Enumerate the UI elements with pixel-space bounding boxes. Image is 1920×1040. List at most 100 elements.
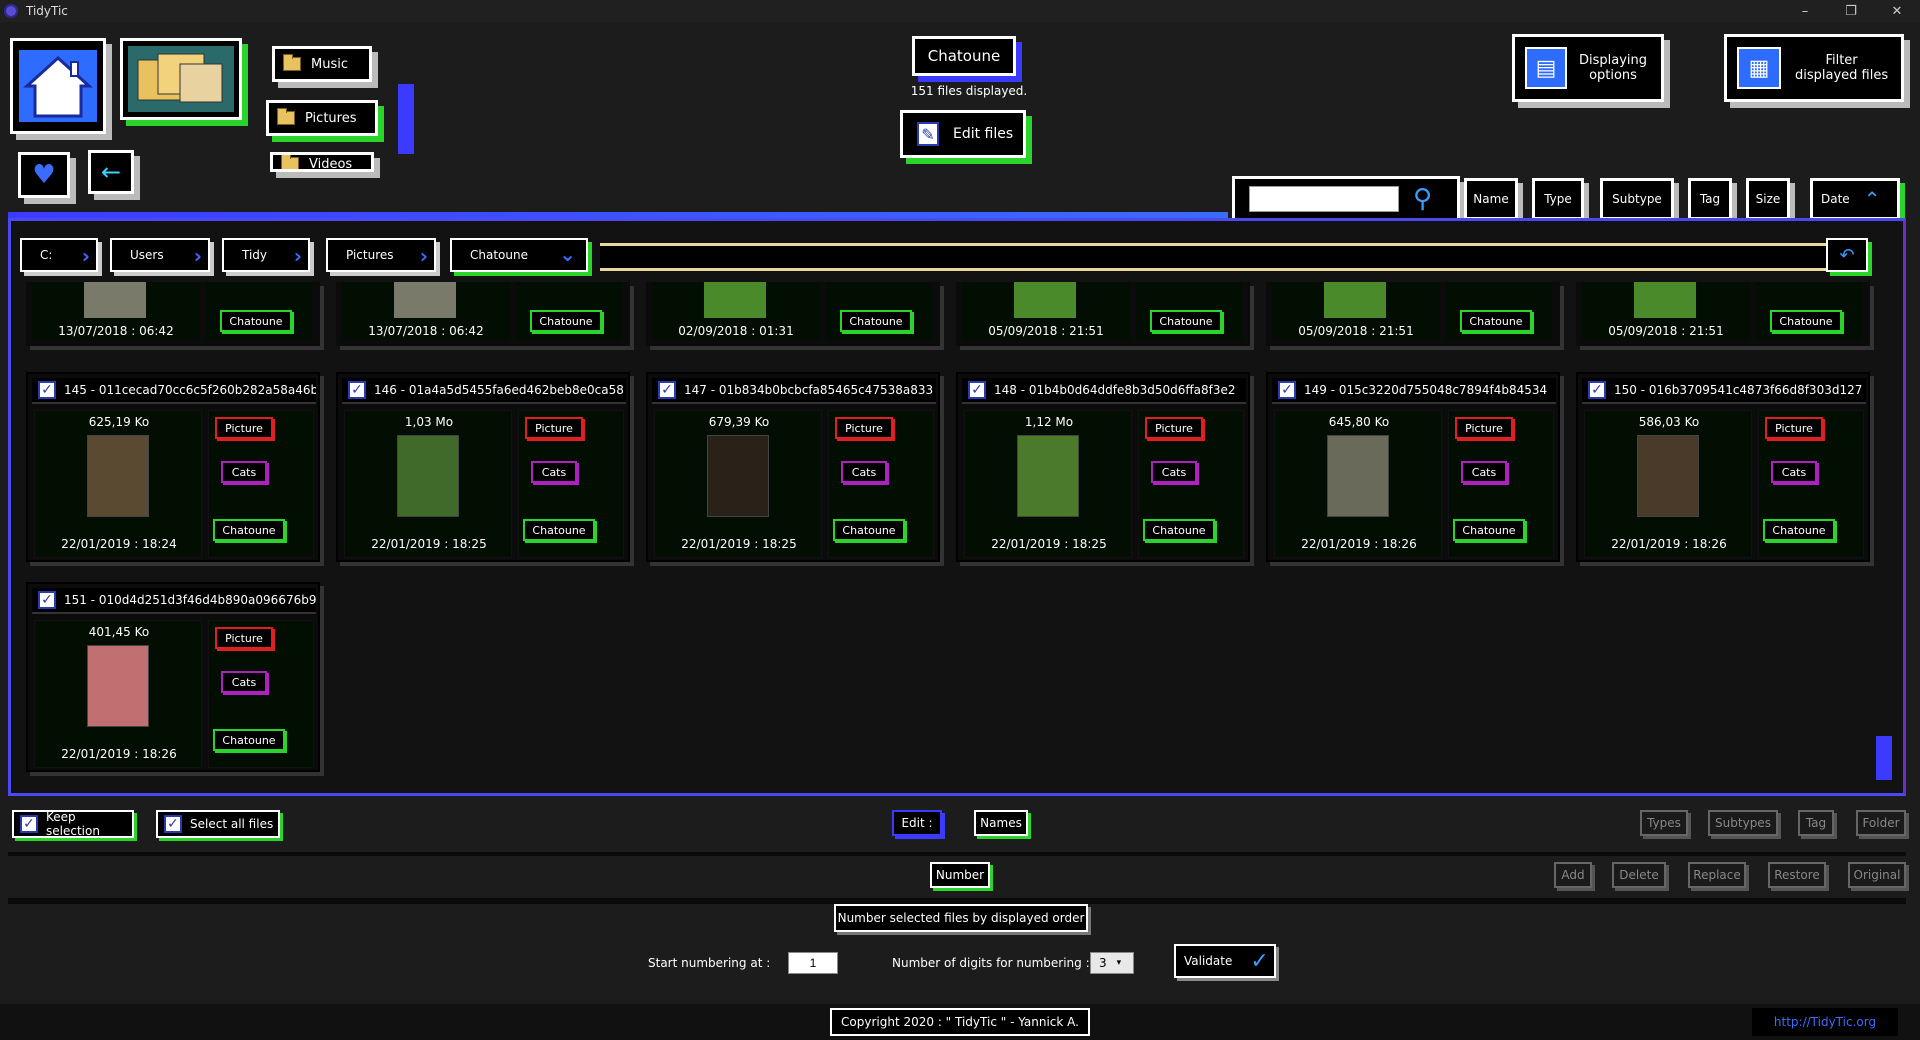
folder-music[interactable]: Music: [272, 46, 372, 82]
thumbnail[interactable]: [1637, 435, 1699, 517]
delete-tab[interactable]: Delete: [1612, 862, 1666, 888]
folder-scrollbar[interactable]: [398, 84, 414, 154]
sort-name[interactable]: Name: [1464, 178, 1518, 220]
panel-scrollbar[interactable]: [1876, 736, 1892, 780]
file-card[interactable]: ✓ 149 - 015c3220d755048c7894f4b84534 645…: [1266, 372, 1560, 562]
breadcrumb-users[interactable]: Users ›: [110, 238, 210, 272]
thumbnail[interactable]: [1017, 435, 1079, 517]
favorites-button[interactable]: ♥: [18, 152, 70, 198]
tag-button[interactable]: Chatoune: [1143, 519, 1215, 541]
tag-button[interactable]: Chatoune: [530, 310, 602, 332]
thumbnail[interactable]: [1327, 435, 1389, 517]
tag-button[interactable]: Chatoune: [840, 310, 912, 332]
tag-tab[interactable]: Tag: [1798, 810, 1834, 836]
minimize-button[interactable]: –: [1782, 0, 1828, 22]
subtype-button[interactable]: Cats: [221, 671, 267, 693]
file-card[interactable]: ✓ 151 - 010d4d251d3f46d4b890a096676b9 40…: [26, 582, 320, 772]
tag-button[interactable]: Chatoune: [523, 519, 595, 541]
thumbnail[interactable]: [1324, 282, 1386, 318]
thumbnail[interactable]: [707, 435, 769, 517]
search-input[interactable]: [1249, 186, 1399, 212]
type-button[interactable]: Picture: [525, 417, 583, 439]
type-button[interactable]: Picture: [1765, 417, 1823, 439]
type-button[interactable]: Picture: [215, 627, 273, 649]
home-button[interactable]: [10, 38, 106, 134]
select-checkbox[interactable]: ✓: [1278, 381, 1296, 399]
file-card[interactable]: ✓ 147 - 01b834b0bcbcfa85465c47538a833 67…: [646, 372, 940, 562]
file-card-partial[interactable]: 05/09/2018 : 21:51 Chatoune: [1576, 282, 1870, 346]
digits-select[interactable]: 3 ▾: [1090, 952, 1134, 974]
refresh-button[interactable]: ↶: [1826, 238, 1868, 272]
file-card[interactable]: ✓ 148 - 01b4b0d64ddfe8b3d50d6ffa8f3e2 1,…: [956, 372, 1250, 562]
folder-pictures[interactable]: Pictures: [266, 100, 378, 136]
close-button[interactable]: ✕: [1874, 0, 1920, 22]
breadcrumb-pictures[interactable]: Pictures ›: [326, 238, 436, 272]
select-all-button[interactable]: ✓ Select all files: [156, 810, 280, 838]
select-checkbox[interactable]: ✓: [968, 381, 986, 399]
breadcrumb-c[interactable]: C: ›: [20, 238, 98, 272]
sort-subtype[interactable]: Subtype: [1600, 178, 1674, 220]
subtypes-tab[interactable]: Subtypes: [1708, 810, 1778, 836]
validate-button[interactable]: Validate ✓: [1174, 944, 1276, 978]
thumbnail[interactable]: [84, 282, 146, 318]
add-tab[interactable]: Add: [1554, 862, 1592, 888]
replace-tab[interactable]: Replace: [1688, 862, 1746, 888]
file-card[interactable]: ✓ 150 - 016b3709541c4873f66d8f303d127 58…: [1576, 372, 1870, 562]
number-tab[interactable]: Number: [930, 862, 990, 888]
subtype-button[interactable]: Cats: [531, 461, 577, 483]
thumbnail[interactable]: [397, 435, 459, 517]
file-card-partial[interactable]: 13/07/2018 : 06:42 Chatoune: [336, 282, 630, 346]
sort-date[interactable]: Date ⌃: [1810, 178, 1900, 220]
start-numbering-input[interactable]: [788, 952, 838, 974]
file-card[interactable]: ✓ 145 - 011cecad70cc6c5f260b282a58a46b 6…: [26, 372, 320, 562]
thumbnail[interactable]: [87, 645, 149, 727]
restore-tab[interactable]: Restore: [1768, 862, 1826, 888]
tag-button[interactable]: Chatoune: [213, 729, 285, 751]
breadcrumb-tidy[interactable]: Tidy ›: [222, 238, 310, 272]
subtype-button[interactable]: Cats: [221, 461, 267, 483]
website-link[interactable]: http://TidyTic.org: [1752, 1008, 1898, 1036]
file-card-partial[interactable]: 05/09/2018 : 21:51 Chatoune: [956, 282, 1250, 346]
edit-files-button[interactable]: ✎ Edit files: [900, 110, 1026, 158]
thumbnail[interactable]: [1014, 282, 1076, 318]
select-checkbox[interactable]: ✓: [38, 381, 56, 399]
keep-selection-button[interactable]: ✓ Keep selection: [12, 810, 134, 838]
tag-button[interactable]: Chatoune: [1453, 519, 1525, 541]
tag-button[interactable]: Chatoune: [1763, 519, 1835, 541]
tag-button[interactable]: Chatoune: [213, 519, 285, 541]
type-button[interactable]: Picture: [835, 417, 893, 439]
thumbnail[interactable]: [1634, 282, 1696, 318]
types-tab[interactable]: Types: [1640, 810, 1688, 836]
thumbnail[interactable]: [394, 282, 456, 318]
breadcrumb-chatoune[interactable]: Chatoune ⌄: [450, 238, 588, 272]
maximize-button[interactable]: ❐: [1828, 0, 1874, 22]
thumbnail[interactable]: [704, 282, 766, 318]
tag-button[interactable]: Chatoune: [1770, 310, 1842, 332]
file-card-partial[interactable]: 05/09/2018 : 21:51 Chatoune: [1266, 282, 1560, 346]
back-button[interactable]: ←: [88, 150, 134, 194]
displaying-options-button[interactable]: ▤ Displaying options: [1512, 34, 1664, 102]
tag-button[interactable]: Chatoune: [1460, 310, 1532, 332]
library-button[interactable]: [120, 38, 242, 120]
file-card[interactable]: ✓ 146 - 01a4a5d5455fa6ed462beb8e0ca58 1,…: [336, 372, 630, 562]
sort-type[interactable]: Type: [1532, 178, 1584, 220]
select-checkbox[interactable]: ✓: [1588, 381, 1606, 399]
sort-size[interactable]: Size: [1746, 178, 1790, 220]
filter-files-button[interactable]: ▦ Filter displayed files: [1724, 34, 1904, 102]
select-checkbox[interactable]: ✓: [658, 381, 676, 399]
folder-videos[interactable]: Videos: [270, 152, 374, 172]
original-tab[interactable]: Original: [1848, 862, 1906, 888]
subtype-button[interactable]: Cats: [841, 461, 887, 483]
tag-button[interactable]: Chatoune: [220, 310, 292, 332]
subtype-button[interactable]: Cats: [1151, 461, 1197, 483]
type-button[interactable]: Picture: [215, 417, 273, 439]
subtype-button[interactable]: Cats: [1771, 461, 1817, 483]
type-button[interactable]: Picture: [1455, 417, 1513, 439]
thumbnail[interactable]: [87, 435, 149, 517]
folder-tab[interactable]: Folder: [1856, 810, 1906, 836]
names-tab[interactable]: Names: [974, 810, 1028, 836]
select-checkbox[interactable]: ✓: [348, 381, 366, 399]
file-card-partial[interactable]: 02/09/2018 : 01:31 Chatoune: [646, 282, 940, 346]
subtype-button[interactable]: Cats: [1461, 461, 1507, 483]
search-icon[interactable]: ⚲: [1413, 184, 1432, 214]
